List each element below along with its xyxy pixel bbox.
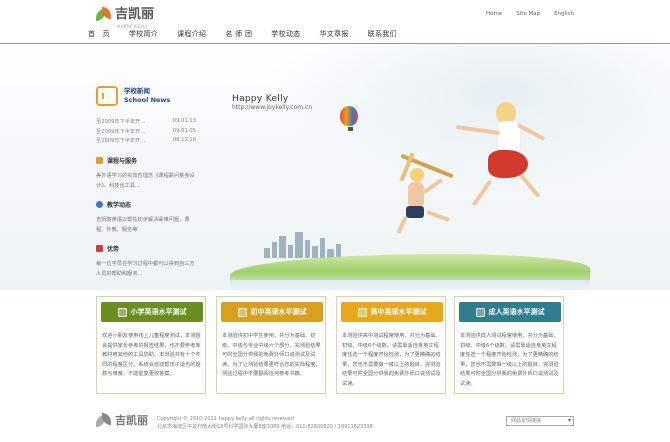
news-title-cn: 学校新闻 xyxy=(124,87,150,95)
leaf-logo-icon xyxy=(96,7,112,23)
site-logo[interactable]: 吉凯丽 HAPPY KELLY xyxy=(96,7,155,29)
main-nav: 首 页 学校简介 课程介绍 名 师 团 学校动态 华文章报 联系我们 xyxy=(88,29,416,39)
section-title[interactable]: 优势 xyxy=(107,244,119,253)
card-text: 本测验供初中学生使用，共分为基础、初级、中级与专业中级六个部分，完测验结果可附全… xyxy=(222,333,321,378)
section-text: 美外语学习的实效性理念《课程联问量身设计》、科技化工具... xyxy=(96,172,195,189)
book-icon xyxy=(117,307,127,317)
course-icon xyxy=(96,156,103,164)
friend-links-select[interactable]: 网站友情链接 xyxy=(506,416,574,426)
section-text: 吉凯丽英语以帮佐初步解决辈难问题，课程、外教、服务等 xyxy=(96,216,190,233)
globe-icon xyxy=(475,307,485,317)
card-header-button[interactable]: 高中英语水平测试 xyxy=(341,302,443,322)
news-header: 学校新闻 School News xyxy=(96,86,196,106)
nav-item-contact[interactable]: 联系我们 xyxy=(368,29,397,39)
news-item[interactable]: 至2009年下半年开... 09.01.13 xyxy=(96,118,196,128)
news-item[interactable]: 至2009年下半年开... 08.12.16 xyxy=(96,137,196,147)
section-title[interactable]: 教学动态 xyxy=(107,200,131,209)
site-header: 吉凯丽 HAPPY KELLY Home Site Map English 首 … xyxy=(0,0,670,44)
nav-item-press[interactable]: 华文章报 xyxy=(319,29,348,39)
pencil-icon xyxy=(237,307,247,317)
nav-item-teachers[interactable]: 名 师 团 xyxy=(225,29,252,39)
card-text: 本测验供高中测试程度使用，共分为基础、初级、中级6个级数，请需靠适自身英文程度任… xyxy=(342,333,441,387)
card-adult-test: 成人英语水平测试 本测验供成人测试程度使用，共分为基础、初级、中级6个级数，请需… xyxy=(454,296,564,394)
card-header-button[interactable]: 成人英语水平测试 xyxy=(459,302,561,322)
nav-item-news[interactable]: 学校动态 xyxy=(271,29,300,39)
section-courses: 课程与服务 美外语学习的实效性理念《课程联问量身设计》、科技化工具... xyxy=(96,156,196,191)
hot-air-balloon-image xyxy=(340,106,360,131)
card-senior-test: 高中英语水平测试 本测验供高中测试程度使用，共分为基础、初级、中级6个级数，请需… xyxy=(336,296,446,394)
section-advantages: 优势 每一位学员在学习过程中都可以得到自三方人员的帮助和服务... xyxy=(96,244,196,279)
news-title-en: School News xyxy=(124,96,171,104)
city-skyline xyxy=(262,232,352,258)
site-footer: 吉凯丽 Copyright © 2010-2011 happy kelly al… xyxy=(0,403,670,442)
running-girl-image xyxy=(455,94,580,234)
link-english[interactable]: English xyxy=(554,11,574,17)
card-text: 欢迎小朋友使用线上儿童程度测试，本测题会提供家长参考的报告结果，也不要参考库教材… xyxy=(102,333,201,378)
sidebar: 学校新闻 School News 至2009年下半年开... 09.01.13 至… xyxy=(96,86,196,279)
test-cards: 小学英语水平测试 欢迎小朋友使用线上儿童程度测试，本测题会提供家长参考的报告结果… xyxy=(96,296,576,396)
logo-text: 吉凯丽 xyxy=(115,7,155,22)
footer-logo[interactable]: 吉凯丽 xyxy=(96,413,148,429)
document-icon xyxy=(357,307,367,317)
top-links: Home Site Map English xyxy=(486,11,574,17)
news-item[interactable]: 至2009年下半年开... 09.01.05 xyxy=(96,128,196,138)
card-primary-test: 小学英语水平测试 欢迎小朋友使用线上儿童程度测试，本测题会提供家长参考的报告结果… xyxy=(96,296,206,394)
toy-airplane-image xyxy=(393,148,457,186)
teaching-icon xyxy=(96,200,103,208)
megaphone-icon xyxy=(96,86,118,106)
card-header-button[interactable]: 小学英语水平测试 xyxy=(101,302,203,322)
advantage-icon xyxy=(96,244,103,252)
hero-title: Happy Kelly xyxy=(232,94,289,104)
card-header-button[interactable]: 初中英语水平测试 xyxy=(221,302,323,322)
news-list: 至2009年下半年开... 09.01.13 至2009年下半年开... 09.01… xyxy=(96,118,196,147)
section-teaching: 教学动态 吉凯丽英语以帮佐初步解决辈难问题，课程、外教、服务等 xyxy=(96,200,196,235)
card-junior-test: 初中英语水平测试 本测验供初中学生使用，共分为基础、初级、中级与专业中级六个部分… xyxy=(216,296,326,394)
link-home[interactable]: Home xyxy=(486,11,502,17)
section-title[interactable]: 课程与服务 xyxy=(107,156,137,165)
leaf-logo-icon xyxy=(96,413,112,429)
link-site-map[interactable]: Site Map xyxy=(516,11,540,17)
card-text: 本测验供成人测试程度使用，共分为基础、初级、中级6个级数，请需靠适自身英文程度任… xyxy=(460,333,559,387)
hero-url[interactable]: http://www.joykelly.com.cn xyxy=(232,104,312,111)
section-text: 每一位学员在学习过程中都可以得到自三方人员的帮助和服务... xyxy=(96,260,195,277)
nav-item-courses[interactable]: 课程介绍 xyxy=(177,29,206,39)
footer-copyright: Copyright © 2010-2011 happy kelly all ri… xyxy=(157,416,373,430)
nav-item-about[interactable]: 学校简介 xyxy=(129,29,158,39)
nav-item-home[interactable]: 首 页 xyxy=(88,29,110,39)
